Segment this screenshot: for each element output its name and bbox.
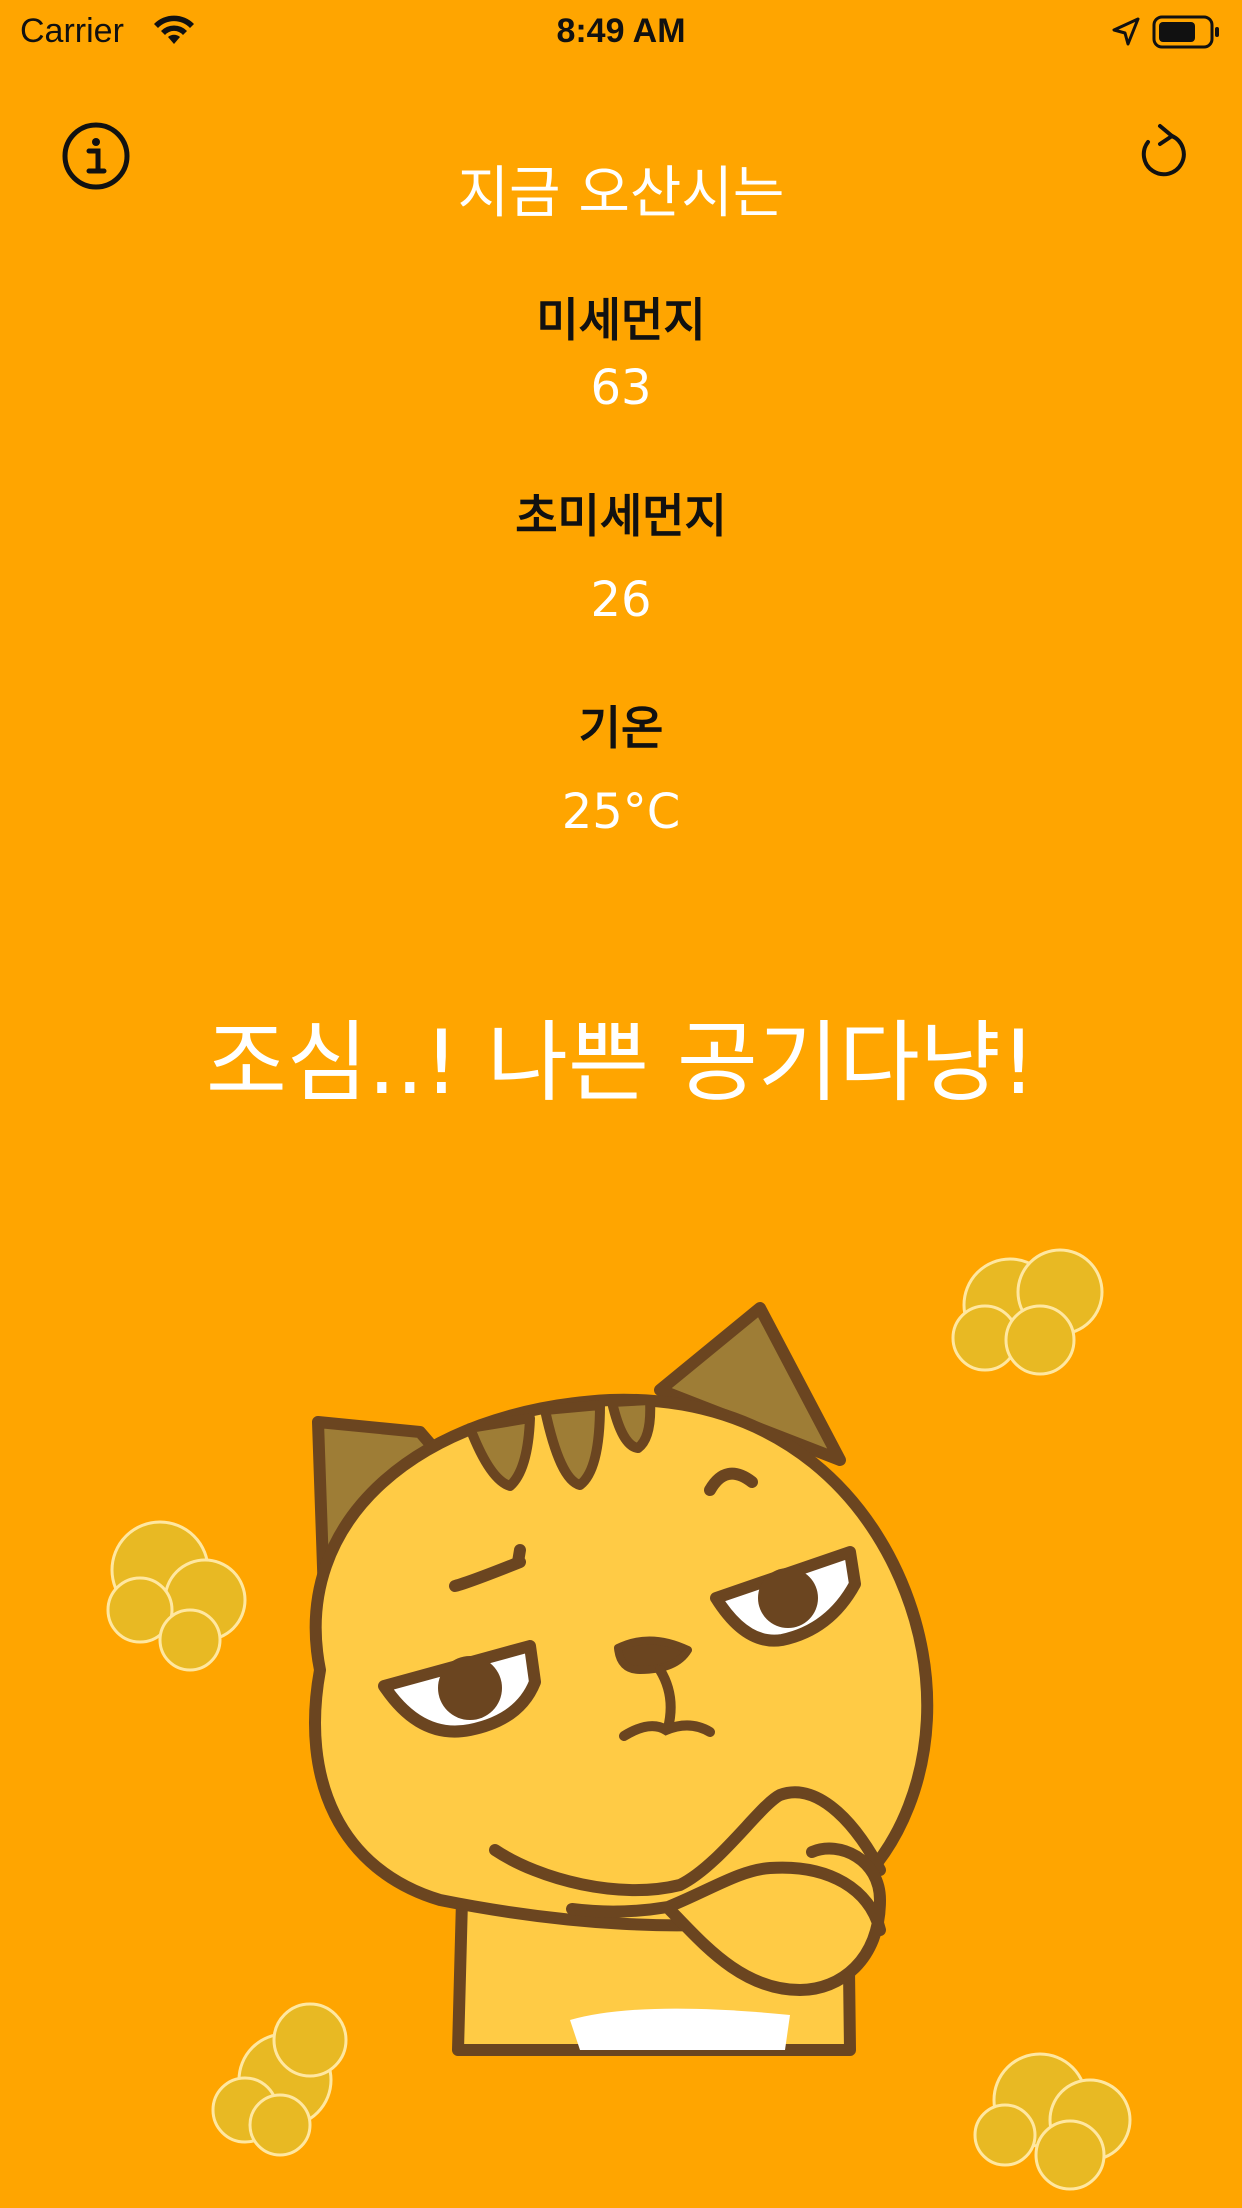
temperature-label: 기온 bbox=[578, 701, 664, 755]
grumpy-cat-illustration bbox=[106, 1248, 1132, 2191]
temperature-value: 25°C bbox=[561, 784, 681, 840]
belly bbox=[570, 2008, 790, 2050]
location-headline: 지금 오산시는 bbox=[457, 161, 785, 226]
cat-nose bbox=[614, 1636, 692, 1674]
status-time: 8:49 AM bbox=[556, 12, 686, 50]
location-arrow-icon bbox=[1110, 16, 1142, 53]
status-bar: Carrier 8:49 AM bbox=[0, 0, 1242, 62]
dust-cloud bbox=[211, 2002, 348, 2157]
pm25-value: 26 bbox=[590, 572, 652, 628]
dust-cloud bbox=[106, 1520, 247, 1672]
pm10-label: 미세먼지 bbox=[536, 293, 706, 347]
dust-cloud bbox=[973, 2052, 1132, 2191]
dust-cloud bbox=[951, 1248, 1104, 1376]
air-quality-message: 조심..! 나쁜 공기다냥! bbox=[205, 1011, 1037, 1114]
pm10-value: 63 bbox=[590, 360, 652, 416]
battery-icon bbox=[1152, 14, 1222, 55]
pm25-label: 초미세먼지 bbox=[515, 489, 727, 543]
